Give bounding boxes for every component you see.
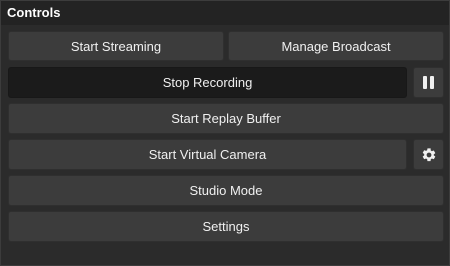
- start-virtual-camera-button[interactable]: Start Virtual Camera: [8, 139, 407, 170]
- dock-title: Controls: [1, 1, 449, 25]
- studio-mode-button[interactable]: Studio Mode: [8, 175, 444, 206]
- virtual-camera-settings-button[interactable]: [413, 139, 444, 170]
- pause-recording-button[interactable]: [413, 67, 444, 98]
- start-streaming-button[interactable]: Start Streaming: [8, 31, 224, 61]
- stop-recording-button[interactable]: Stop Recording: [8, 67, 407, 98]
- pause-icon: [423, 76, 434, 89]
- settings-button[interactable]: Settings: [8, 211, 444, 242]
- start-replay-buffer-button[interactable]: Start Replay Buffer: [8, 103, 444, 134]
- controls-dock: Controls Start Streaming Manage Broadcas…: [0, 0, 450, 266]
- manage-broadcast-button[interactable]: Manage Broadcast: [228, 31, 444, 61]
- gear-icon: [422, 147, 435, 161]
